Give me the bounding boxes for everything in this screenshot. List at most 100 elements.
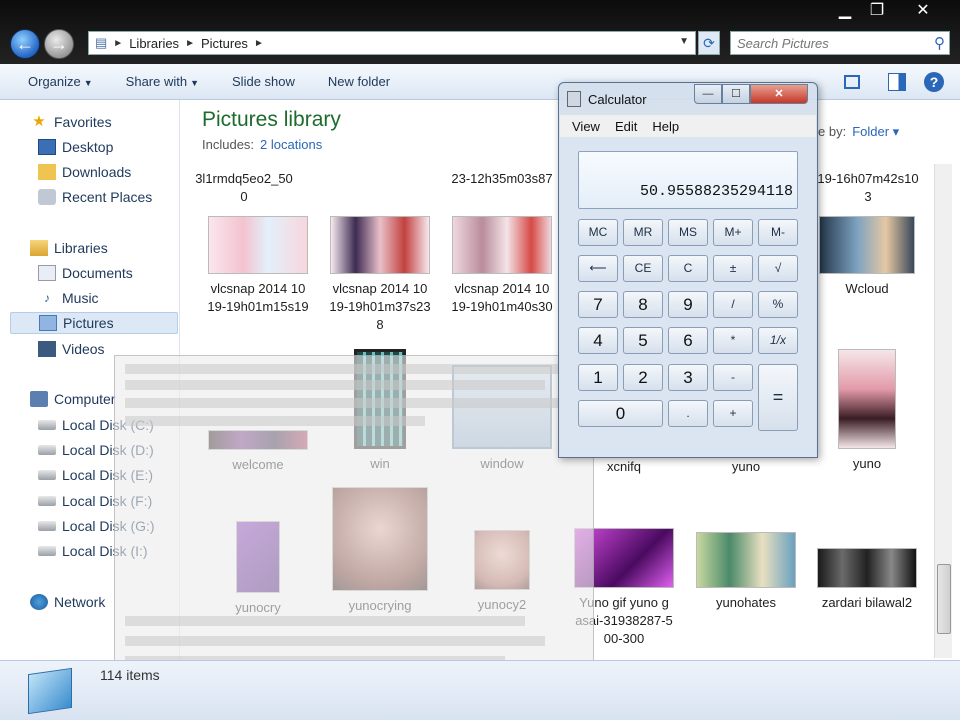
- file-tile-vlcsnap-2[interactable]: vlcsnap 2014 10 19-19h01m37s23 8: [320, 216, 440, 334]
- key-2[interactable]: 2: [623, 364, 663, 391]
- file-tile-vlcsnap-1[interactable]: vlcsnap 2014 10 19-19h01m15s19: [198, 216, 318, 316]
- sidebar-item-favorites[interactable]: ★ Favorites: [30, 111, 111, 133]
- file-caption[interactable]: 3l1rmdq5eo2_50 0: [184, 170, 304, 206]
- pictures-library-icon: [28, 667, 72, 715]
- menu-view[interactable]: View: [572, 119, 600, 134]
- refresh-button[interactable]: ⟳: [698, 31, 720, 55]
- image-thumbnail: [452, 216, 552, 274]
- key-c[interactable]: C: [668, 255, 708, 282]
- file-caption[interactable]: 19-16h07m42s10 3: [808, 170, 928, 206]
- key-1[interactable]: 1: [578, 364, 618, 391]
- scrollbar-thumb[interactable]: [937, 564, 951, 634]
- arrange-by: e by: Folder ▾: [818, 124, 899, 140]
- key-mc[interactable]: MC: [578, 219, 618, 246]
- sidebar-item-pictures[interactable]: Pictures: [10, 312, 178, 334]
- ghost-line: [125, 616, 525, 626]
- forward-button[interactable]: →: [44, 29, 74, 59]
- key-reciprocal[interactable]: 1/x: [758, 327, 798, 354]
- file-tile-yuno-a[interactable]: yuno: [686, 458, 806, 476]
- back-button[interactable]: ←: [10, 29, 40, 59]
- sidebar-item-documents[interactable]: Documents: [38, 262, 133, 284]
- close-button[interactable]: ✕: [894, 0, 952, 22]
- key-8[interactable]: 8: [623, 291, 663, 318]
- key-0[interactable]: 0: [578, 400, 663, 427]
- key-backspace[interactable]: ⟵: [578, 255, 618, 282]
- key-mr[interactable]: MR: [623, 219, 663, 246]
- key-add[interactable]: +: [713, 400, 753, 427]
- key-5[interactable]: 5: [623, 327, 663, 354]
- key-sqrt[interactable]: √: [758, 255, 798, 282]
- file-tile-zardari-bilawal2[interactable]: zardari bilawal2: [807, 548, 927, 612]
- share-with-menu[interactable]: Share with ▼: [126, 74, 199, 89]
- sidebar-item-music[interactable]: ♪ Music: [38, 287, 99, 309]
- view-options-icon[interactable]: [844, 75, 860, 89]
- arrange-by-dropdown[interactable]: Folder ▾: [852, 124, 899, 139]
- vertical-scrollbar[interactable]: [934, 164, 952, 658]
- sidebar-item-recent-places[interactable]: Recent Places: [38, 186, 152, 208]
- search-box[interactable]: ⚲: [730, 31, 950, 55]
- dropdown-arrow-icon: ▼: [190, 78, 200, 88]
- key-ms[interactable]: MS: [668, 219, 708, 246]
- address-bar[interactable]: ▤ ► Libraries ► Pictures ► ▼: [88, 31, 696, 55]
- calculator-maximize-button[interactable]: ☐: [722, 84, 750, 104]
- disk-icon: [38, 521, 56, 531]
- new-folder-button[interactable]: New folder: [328, 74, 390, 89]
- key-4[interactable]: 4: [578, 327, 618, 354]
- pictures-icon: [39, 315, 57, 331]
- key-percent[interactable]: %: [758, 291, 798, 318]
- sidebar-item-network[interactable]: Network: [30, 591, 105, 613]
- display-value: 50.95588235294118: [639, 183, 793, 200]
- calculator-title: Calculator: [567, 91, 647, 107]
- organize-menu[interactable]: Organize ▼: [28, 74, 93, 89]
- star-icon: ★: [32, 113, 46, 130]
- file-tile-yunohates[interactable]: yunohates: [686, 532, 806, 612]
- locations-link[interactable]: 2 locations: [260, 137, 322, 152]
- menu-help[interactable]: Help: [652, 119, 679, 134]
- key-ce[interactable]: CE: [623, 255, 663, 282]
- sidebar-item-libraries[interactable]: Libraries: [30, 237, 108, 259]
- search-input[interactable]: [731, 32, 921, 54]
- file-tile-wcloud[interactable]: Wcloud: [807, 216, 927, 298]
- calculator-minimize-button[interactable]: —: [694, 84, 722, 104]
- key-m-plus[interactable]: M+: [713, 219, 753, 246]
- key-divide[interactable]: /: [713, 291, 753, 318]
- sidebar-item-computer[interactable]: Computer: [30, 388, 115, 410]
- key-multiply[interactable]: *: [713, 327, 753, 354]
- help-icon[interactable]: ?: [924, 72, 944, 92]
- search-icon[interactable]: ⚲: [934, 34, 945, 52]
- slide-show-button[interactable]: Slide show: [232, 74, 295, 89]
- menu-edit[interactable]: Edit: [615, 119, 637, 134]
- key-subtract[interactable]: -: [713, 364, 753, 391]
- key-6[interactable]: 6: [668, 327, 708, 354]
- refresh-icon: ⟳: [703, 35, 715, 51]
- key-7[interactable]: 7: [578, 291, 618, 318]
- key-m-minus[interactable]: M-: [758, 219, 798, 246]
- key-plus-minus[interactable]: ±: [713, 255, 753, 282]
- calculator-window[interactable]: Calculator — ☐ ✕ View Edit Help 50.95588…: [558, 82, 818, 458]
- breadcrumb-chevron-icon[interactable]: ►: [185, 38, 195, 49]
- breadcrumb-pictures[interactable]: Pictures: [195, 36, 254, 51]
- sidebar-item-desktop[interactable]: Desktop: [38, 136, 113, 158]
- breadcrumb-chevron-icon[interactable]: ►: [254, 38, 264, 49]
- maximize-button[interactable]: ❐: [862, 0, 892, 22]
- minimize-button[interactable]: ▁: [830, 0, 860, 22]
- sidebar-item-downloads[interactable]: Downloads: [38, 161, 131, 183]
- file-caption[interactable]: 23-12h35m03s87: [442, 170, 562, 188]
- file-tile-yuno-b[interactable]: yuno: [807, 349, 927, 473]
- address-dropdown-icon[interactable]: ▼: [679, 36, 689, 47]
- breadcrumb-libraries[interactable]: Libraries: [123, 36, 185, 51]
- videos-icon: [38, 341, 56, 357]
- sidebar-item-videos[interactable]: Videos: [38, 338, 105, 360]
- key-9[interactable]: 9: [668, 291, 708, 318]
- key-3[interactable]: 3: [668, 364, 708, 391]
- key-decimal[interactable]: .: [668, 400, 708, 427]
- arrange-label: e by:: [818, 124, 847, 139]
- key-equals[interactable]: =: [758, 364, 798, 431]
- calculator-icon: [567, 91, 581, 107]
- file-tile-vlcsnap-3[interactable]: vlcsnap 2014 10 19-19h01m40s30: [442, 216, 562, 316]
- preview-pane-icon[interactable]: [888, 73, 906, 91]
- calculator-body: 50.95588235294118 MC MR MS M+ M- ⟵ CE C …: [560, 137, 816, 457]
- breadcrumb-chevron-icon[interactable]: ►: [113, 38, 123, 49]
- downloads-icon: [38, 164, 56, 180]
- calculator-close-button[interactable]: ✕: [750, 84, 808, 104]
